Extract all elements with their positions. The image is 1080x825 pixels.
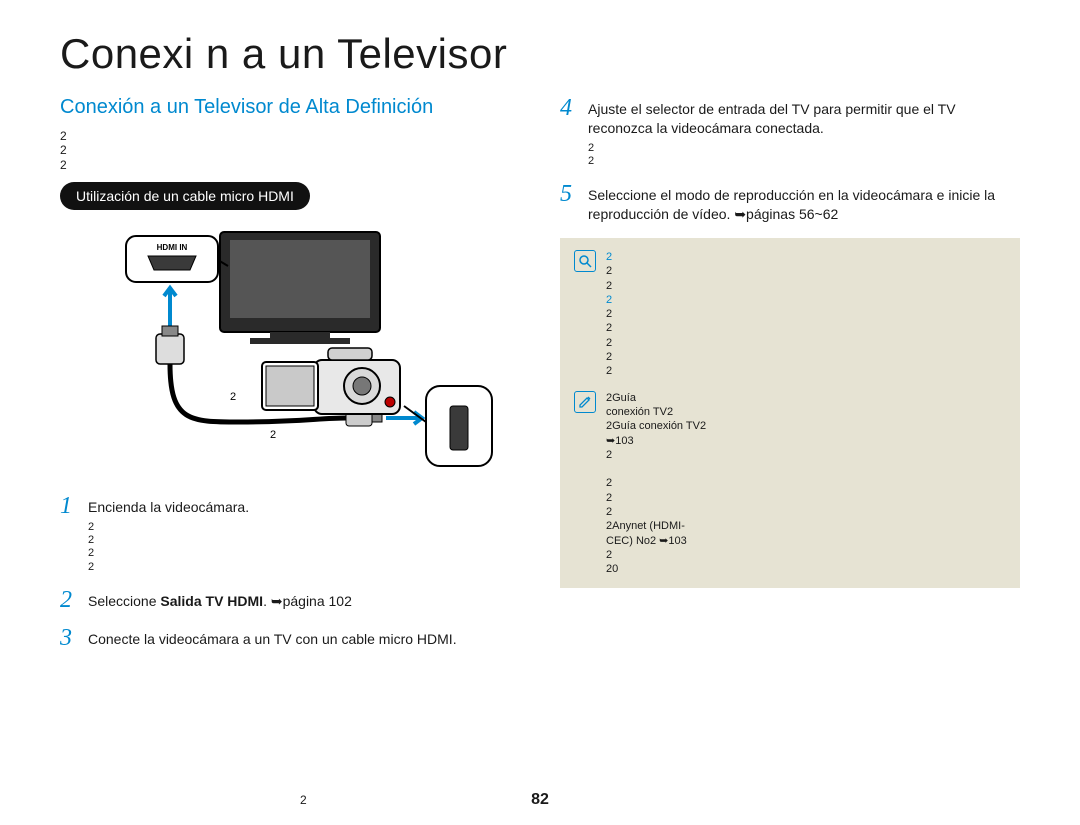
- step-text: Seleccione el modo de reproducción en la…: [588, 182, 1020, 224]
- right-column: 4 Ajuste el selector de entrada del TV p…: [560, 96, 1020, 664]
- cable-label-b: 2: [270, 429, 276, 441]
- note-q-body: 2 2 2 2 2 2 2 2 2: [606, 250, 1006, 379]
- step2-suffix: . ➥página 102: [263, 593, 352, 609]
- step-number: 2: [60, 588, 78, 612]
- section-subtitle: Conexión a un Televisor de Alta Definici…: [60, 96, 520, 119]
- note-q-row: 2 2 2 2 2 2 2 2 2: [574, 250, 1006, 379]
- cable-label-a: 2: [230, 391, 236, 403]
- step-3: 3 Conecte la videocámara a un TV con un …: [60, 626, 520, 650]
- note-q-hl1: 2: [606, 251, 612, 263]
- step-text: Seleccione Salida TV HDMI. ➥página 102: [88, 588, 520, 611]
- step4-text: Ajuste el selector de entrada del TV par…: [588, 101, 956, 136]
- step-text: Conecte la videocámara a un TV con un ca…: [88, 626, 520, 649]
- step-5: 5 Seleccione el modo de reproducción en …: [560, 182, 1020, 224]
- intro-placeholder: 2 2 2: [60, 129, 520, 172]
- diagram-svg: HDMI IN 2 2: [60, 222, 520, 482]
- step-1: 1 Encienda la videocámara. 2 2 2 2: [60, 494, 520, 574]
- magnifier-icon: [574, 250, 596, 272]
- note-pencil-row: 2Guía conexión TV2 2Guía conexión TV2 ➥1…: [574, 391, 1006, 577]
- micro-hdmi-pill: Utilización de un cable micro HDMI: [60, 182, 310, 210]
- page-number: 82: [531, 791, 549, 809]
- hdmi-in-label: HDMI IN: [157, 243, 188, 252]
- page-title: Conexi n a un Televisor: [60, 30, 1020, 78]
- note-q-text2: 2 2 2 2 2: [606, 307, 1006, 378]
- step-4: 4 Ajuste el selector de entrada del TV p…: [560, 96, 1020, 168]
- left-column: Conexión a un Televisor de Alta Definici…: [60, 96, 520, 664]
- step2-prefix: Seleccione: [88, 593, 160, 609]
- step1-text: Encienda la videocámara.: [88, 499, 249, 515]
- footer-marker: 2: [300, 793, 307, 807]
- step-number: 4: [560, 96, 578, 120]
- note-pencil-body: 2Guía conexión TV2 2Guía conexión TV2 ➥1…: [606, 391, 1006, 577]
- connection-diagram: HDMI IN 2 2: [60, 222, 520, 482]
- note-q-text1: 2 2: [606, 264, 1006, 293]
- step-2: 2 Seleccione Salida TV HDMI. ➥página 102: [60, 588, 520, 612]
- pencil-icon: [574, 391, 596, 413]
- step-text: Encienda la videocámara. 2 2 2 2: [88, 494, 520, 574]
- step2-bold: Salida TV HDMI: [160, 593, 263, 609]
- step-text: Ajuste el selector de entrada del TV par…: [588, 96, 1020, 168]
- step-number: 3: [60, 626, 78, 650]
- note-q-hl2: 2: [606, 294, 612, 306]
- step4-sub: 2 2: [588, 142, 1020, 168]
- step-number: 1: [60, 494, 78, 518]
- step-number: 5: [560, 182, 578, 206]
- step1-sub: 2 2 2 2: [88, 521, 520, 574]
- info-note-box: 2 2 2 2 2 2 2 2 2 2Guía conexión TV2 2Gu…: [560, 238, 1020, 589]
- content-columns: Conexión a un Televisor de Alta Definici…: [60, 96, 1020, 664]
